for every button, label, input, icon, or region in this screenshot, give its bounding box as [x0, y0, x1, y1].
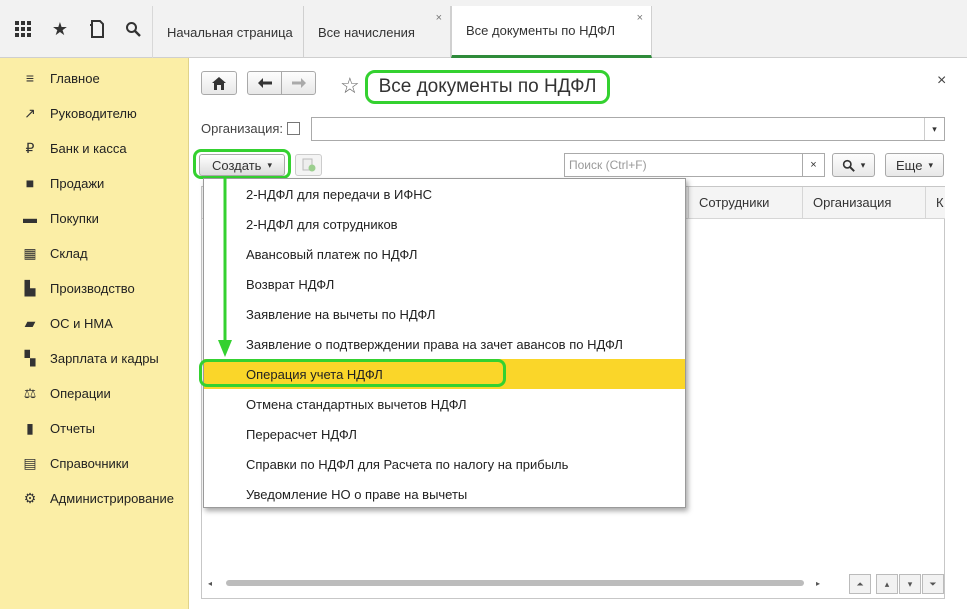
annotation-arrow — [218, 178, 232, 357]
